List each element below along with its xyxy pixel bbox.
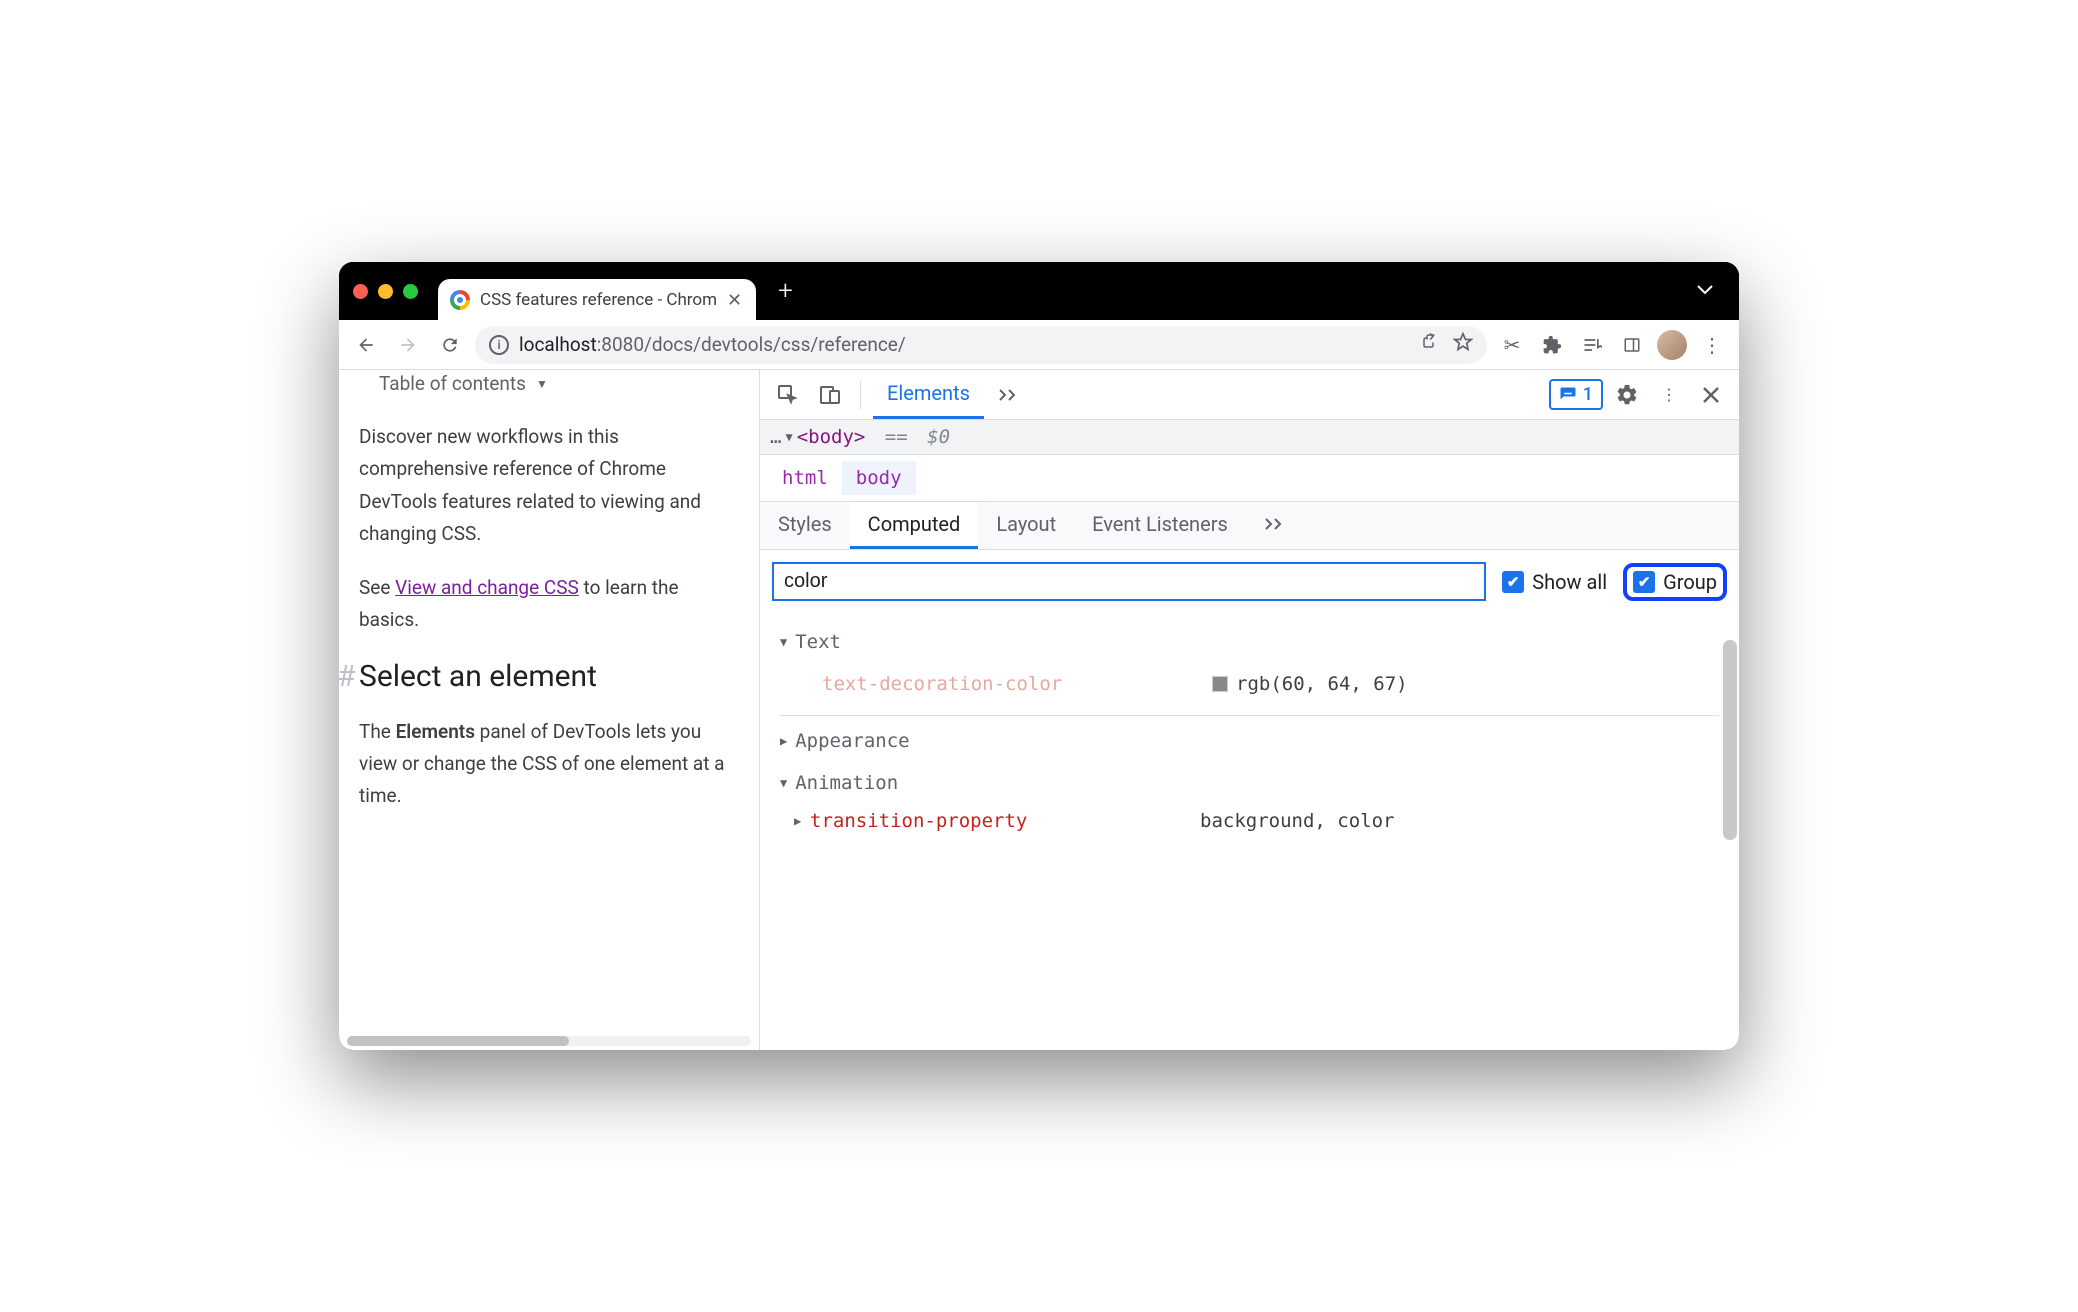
group-animation-header[interactable]: ▼ Animation: [774, 762, 1725, 804]
see-paragraph: See View and change CSS to learn the bas…: [359, 572, 739, 637]
titlebar: CSS features reference - Chrom ✕ +: [339, 262, 1739, 320]
tab-strip: CSS features reference - Chrom ✕: [438, 262, 756, 320]
horizontal-scrollbar[interactable]: [347, 1036, 751, 1046]
scissors-icon[interactable]: ✂: [1495, 328, 1529, 362]
more-sub-tabs-icon[interactable]: [1246, 502, 1302, 549]
group-checkbox[interactable]: ✔ Group: [1623, 563, 1727, 601]
menu-button[interactable]: ⋮: [1695, 328, 1729, 362]
checkbox-checked-icon: ✔: [1502, 571, 1524, 593]
browser-tab[interactable]: CSS features reference - Chrom ✕: [438, 279, 756, 321]
group-appearance-header[interactable]: ▶ Appearance: [774, 720, 1725, 762]
tab-layout[interactable]: Layout: [978, 502, 1074, 549]
property-name: transition-property: [810, 810, 1200, 832]
computed-properties-list: ▼ Text text-decoration-color rgb(60, 64,…: [760, 613, 1739, 858]
side-panel-icon[interactable]: [1615, 328, 1649, 362]
expand-triangle-icon: ▼: [780, 635, 787, 649]
share-icon[interactable]: [1421, 332, 1439, 357]
maximize-window-button[interactable]: [403, 284, 418, 299]
property-row[interactable]: text-decoration-color rgb(60, 64, 67): [806, 667, 1719, 701]
page-content: Table of contents ▼ Discover new workflo…: [339, 370, 759, 1050]
crumb-html[interactable]: html: [768, 461, 842, 495]
toolbar-actions: ✂ ⋮: [1495, 328, 1729, 362]
url-text: localhost:8080/docs/devtools/css/referen…: [519, 333, 906, 356]
color-swatch-icon[interactable]: [1212, 676, 1228, 692]
address-bar[interactable]: i localhost:8080/docs/devtools/css/refer…: [475, 326, 1487, 364]
elements-paragraph: The Elements panel of DevTools lets you …: [359, 716, 739, 813]
reload-button[interactable]: [433, 328, 467, 362]
property-value: background, color: [1200, 810, 1394, 832]
property-row[interactable]: ▶ transition-property background, color: [774, 804, 1725, 838]
collapse-triangle-icon[interactable]: ▶: [794, 814, 810, 828]
tab-event-listeners[interactable]: Event Listeners: [1074, 502, 1246, 549]
property-name: text-decoration-color: [822, 673, 1212, 695]
group-text-header[interactable]: ▼ Text: [774, 621, 1725, 663]
dom-dollar-ref: $0: [927, 426, 950, 448]
toc-label: Table of contents: [379, 372, 526, 395]
close-tab-button[interactable]: ✕: [727, 290, 742, 311]
show-all-checkbox[interactable]: ✔ Show all: [1502, 570, 1607, 594]
kebab-menu-icon[interactable]: ⋮: [1651, 377, 1687, 413]
reading-list-icon[interactable]: [1575, 328, 1609, 362]
new-tab-button[interactable]: +: [768, 270, 803, 312]
dom-selected-node[interactable]: … ▼ <body> == $0: [760, 420, 1739, 455]
tabs-dropdown-button[interactable]: [1685, 275, 1725, 307]
close-window-button[interactable]: [353, 284, 368, 299]
back-button[interactable]: [349, 328, 383, 362]
issues-count: 1: [1583, 384, 1593, 405]
extensions-icon[interactable]: [1535, 328, 1569, 362]
issues-badge[interactable]: 1: [1549, 379, 1603, 410]
omnibox-actions: [1421, 332, 1473, 357]
chevron-down-icon: ▼: [536, 377, 548, 391]
collapse-triangle-icon: ▶: [780, 734, 787, 748]
property-value: rgb(60, 64, 67): [1212, 673, 1408, 695]
browser-toolbar: i localhost:8080/docs/devtools/css/refer…: [339, 320, 1739, 370]
close-devtools-button[interactable]: [1693, 377, 1729, 413]
tab-title: CSS features reference - Chrom: [480, 290, 717, 310]
expand-triangle-icon: ▼: [780, 776, 787, 790]
filter-input[interactable]: [772, 562, 1486, 601]
table-of-contents-toggle[interactable]: Table of contents ▼: [359, 370, 739, 415]
computed-filter-row: ✔ Show all ✔ Group: [760, 550, 1739, 613]
devtools-header: Elements 1 ⋮: [760, 370, 1739, 420]
bookmark-icon[interactable]: [1453, 332, 1473, 357]
anchor-hash-icon[interactable]: #: [339, 659, 355, 694]
forward-button[interactable]: [391, 328, 425, 362]
tab-computed[interactable]: Computed: [850, 502, 979, 549]
styles-sub-tabs: Styles Computed Layout Event Listeners: [760, 501, 1739, 550]
dom-breadcrumb: html body: [760, 455, 1739, 501]
dom-tag: <body>: [797, 426, 866, 448]
checkbox-checked-icon: ✔: [1633, 571, 1655, 593]
crumb-body[interactable]: body: [842, 461, 916, 495]
devtools-panel: Elements 1 ⋮: [759, 370, 1739, 1050]
vertical-scrollbar[interactable]: [1723, 640, 1737, 1020]
device-toggle-icon[interactable]: [812, 377, 848, 413]
profile-avatar[interactable]: [1655, 328, 1689, 362]
section-heading: #Select an element: [359, 659, 739, 694]
chrome-favicon-icon: [450, 290, 470, 310]
elements-tab[interactable]: Elements: [873, 370, 984, 419]
settings-icon[interactable]: [1609, 377, 1645, 413]
minimize-window-button[interactable]: [378, 284, 393, 299]
expand-triangle-icon[interactable]: ▼: [785, 430, 792, 444]
ellipsis-icon: …: [770, 426, 781, 448]
inspect-element-icon[interactable]: [770, 377, 806, 413]
intro-paragraph: Discover new workflows in this comprehen…: [359, 421, 739, 550]
browser-window: CSS features reference - Chrom ✕ + i loc…: [339, 262, 1739, 1050]
view-change-css-link[interactable]: View and change CSS: [395, 576, 579, 599]
tab-styles[interactable]: Styles: [760, 502, 850, 549]
window-controls: [353, 284, 418, 299]
more-tabs-icon[interactable]: [990, 377, 1026, 413]
content-area: Table of contents ▼ Discover new workflo…: [339, 370, 1739, 1050]
site-info-icon[interactable]: i: [489, 335, 509, 355]
